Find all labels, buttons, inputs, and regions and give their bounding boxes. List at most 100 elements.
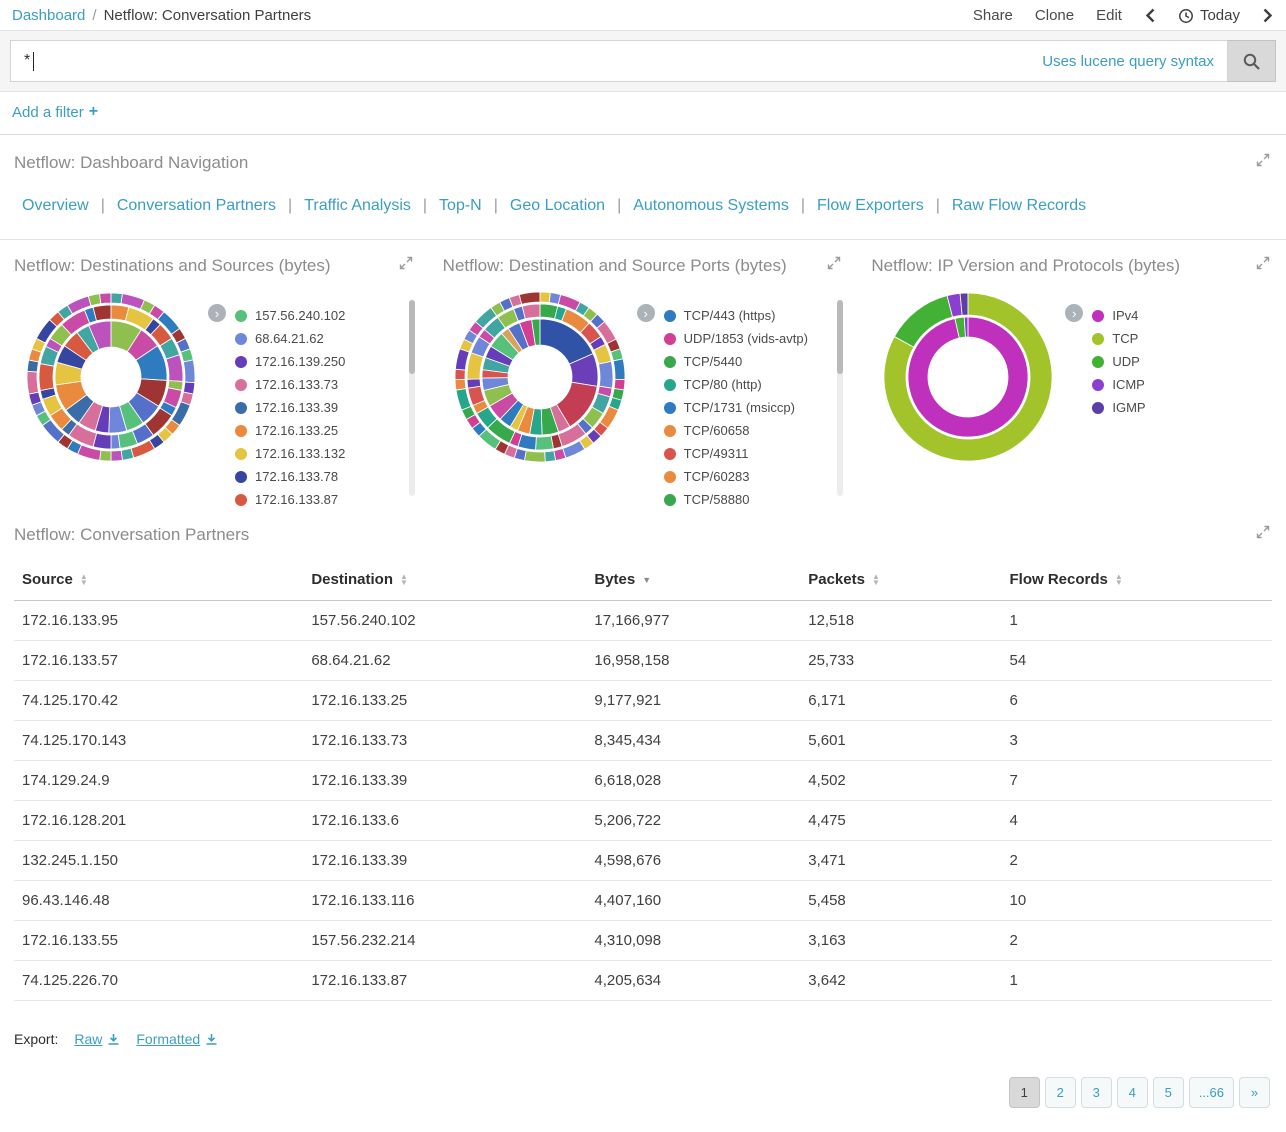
legend-item[interactable]: 172.16.133.39 [235,396,345,419]
legend-item[interactable]: TCP [1092,327,1145,350]
legend-item[interactable]: 172.16.133.78 [235,465,345,488]
page-button[interactable]: » [1239,1077,1270,1108]
legend-item[interactable]: 157.56.240.102 [235,304,345,327]
time-picker-button[interactable]: Today [1178,7,1240,24]
legend-item[interactable]: ICMP [1092,373,1145,396]
legend-label: TCP/80 (http) [684,377,762,392]
cell-flow-records: 54 [1002,641,1273,681]
legend-item[interactable]: UDP/1853 (vids-avtp) [664,327,808,350]
dashboard-nav-link[interactable]: Autonomous Systems [633,197,789,214]
clone-button[interactable]: Clone [1035,7,1074,24]
donut-chart[interactable] [871,280,1065,474]
column-header[interactable]: Destination ▲▼ ▼ [303,559,586,601]
column-header[interactable]: Flow Records ▲▼ ▼ [1002,559,1273,601]
search-button[interactable] [1228,40,1276,82]
column-header[interactable]: Packets ▲▼ ▼ [800,559,1001,601]
legend-item[interactable]: 172.16.133.132 [235,442,345,465]
dashboard-nav-link[interactable]: Flow Exporters [817,197,924,214]
legend-color-dot [1092,333,1104,345]
legend-item[interactable]: IPv4 [1092,304,1145,327]
dashboard-nav-item: Autonomous Systems [605,197,789,215]
legend-item[interactable]: TCP/60658 [664,419,808,442]
legend-color-dot [664,379,676,391]
lucene-syntax-link[interactable]: Uses lucene query syntax [1042,53,1214,70]
chevron-right-circle-icon[interactable]: › [208,304,226,322]
sunburst-chart[interactable] [14,280,208,474]
panel-title: Netflow: Destination and Source Ports (b… [443,256,787,276]
legend-item[interactable]: 172.16.133.25 [235,419,345,442]
export-raw-link[interactable]: Raw [74,1031,120,1047]
expand-panel-icon[interactable] [1254,523,1272,544]
page-button[interactable]: ...66 [1189,1077,1234,1108]
expand-panel-icon[interactable] [1254,151,1272,172]
legend-color-dot [235,402,247,414]
magnifier-icon [1242,52,1261,71]
table-row: 172.16.133.55 157.56.232.214 4,310,098 3… [14,921,1272,961]
legend-item[interactable]: TCP/1731 (msiccp) [664,396,808,419]
dashboard-nav-link[interactable]: Conversation Partners [117,197,276,214]
legend-item[interactable]: UDP [1092,350,1145,373]
expand-panel-icon[interactable] [825,254,843,275]
scrollbar-thumb[interactable] [837,300,843,374]
page-button[interactable]: 2 [1045,1077,1076,1108]
legend-label: TCP/58880 [684,492,750,507]
search-input[interactable]: * Uses lucene query syntax [10,40,1228,82]
legend-item[interactable]: TCP/443 (https) [664,304,808,327]
page-button[interactable]: 1 [1009,1077,1040,1108]
sunburst-chart[interactable] [443,280,637,474]
chevron-right-circle-icon[interactable]: › [637,304,655,322]
panel-title: Netflow: Destinations and Sources (bytes… [14,256,331,276]
legend-item[interactable]: TCP/58880 [664,488,808,511]
share-button[interactable]: Share [973,7,1013,24]
legend-item[interactable]: TCP/5440 [664,350,808,373]
dashboard-nav-link[interactable]: Traffic Analysis [304,197,411,214]
cell-packets: 5,458 [800,881,1001,921]
page-button[interactable]: 5 [1153,1077,1184,1108]
cell-source: 172.16.128.201 [14,801,303,841]
page-button[interactable]: 4 [1117,1077,1148,1108]
legend-item[interactable]: 172.16.139.250 [235,350,345,373]
time-back-button[interactable] [1144,7,1156,24]
legend-item[interactable]: 68.64.21.62 [235,327,345,350]
table-row: 74.125.170.42 172.16.133.25 9,177,921 6,… [14,681,1272,721]
legend-item[interactable]: 172.16.133.87 [235,488,345,511]
table-row: 172.16.128.201 172.16.133.6 5,206,722 4,… [14,801,1272,841]
table-body: 172.16.133.95 157.56.240.102 17,166,977 … [14,601,1272,1001]
legend-item[interactable]: TCP/49311 [664,442,808,465]
legend-color-dot [664,333,676,345]
chevron-right-circle-icon[interactable]: › [1065,304,1083,322]
cell-bytes: 9,177,921 [586,681,800,721]
scrollbar-thumb[interactable] [409,300,415,374]
expand-panel-icon[interactable] [397,254,415,275]
expand-panel-icon[interactable] [1254,254,1272,275]
dashboard-nav-link[interactable]: Geo Location [510,197,605,214]
edit-button[interactable]: Edit [1096,7,1122,24]
column-header[interactable]: Source ▲▼ ▼ [14,559,303,601]
legend-color-dot [664,310,676,322]
dashboard-nav-links: Overview Conversation Partners Traffic A… [22,197,1272,239]
dashboard-nav-link[interactable]: Overview [22,197,89,214]
column-header[interactable]: Bytes ▲▼ ▼ [586,559,800,601]
breadcrumb-dashboard-link[interactable]: Dashboard [12,7,85,24]
page-button[interactable]: 3 [1081,1077,1112,1108]
export-formatted-link[interactable]: Formatted [136,1031,218,1047]
legend-scrollbar[interactable] [837,300,843,496]
cell-bytes: 8,345,434 [586,721,800,761]
export-row: Export: Raw Formatted [14,1031,1272,1047]
kibana-dashboard-app: Dashboard/Netflow: Conversation Partners… [0,0,1286,1132]
table-header-row: Source ▲▼ ▼ Destination ▲▼ ▼ [14,559,1272,601]
legend-item[interactable]: 172.16.133.73 [235,373,345,396]
dashboard-nav-link[interactable]: Raw Flow Records [952,197,1086,214]
time-forward-button[interactable] [1262,7,1274,24]
dashboard-nav-link[interactable]: Top-N [439,197,482,214]
legend-scrollbar[interactable] [409,300,415,496]
cell-flow-records: 7 [1002,761,1273,801]
legend-item[interactable]: IGMP [1092,396,1145,419]
legend-item[interactable]: TCP/60283 [664,465,808,488]
cell-source: 132.245.1.150 [14,841,303,881]
panel-conversation-partners: Netflow: Conversation Partners Source ▲▼ [0,513,1286,1132]
add-filter-link[interactable]: Add a filter + [12,103,98,121]
cell-source: 172.16.133.57 [14,641,303,681]
legend-item[interactable]: TCP/80 (http) [664,373,808,396]
cell-destination: 68.64.21.62 [303,641,586,681]
